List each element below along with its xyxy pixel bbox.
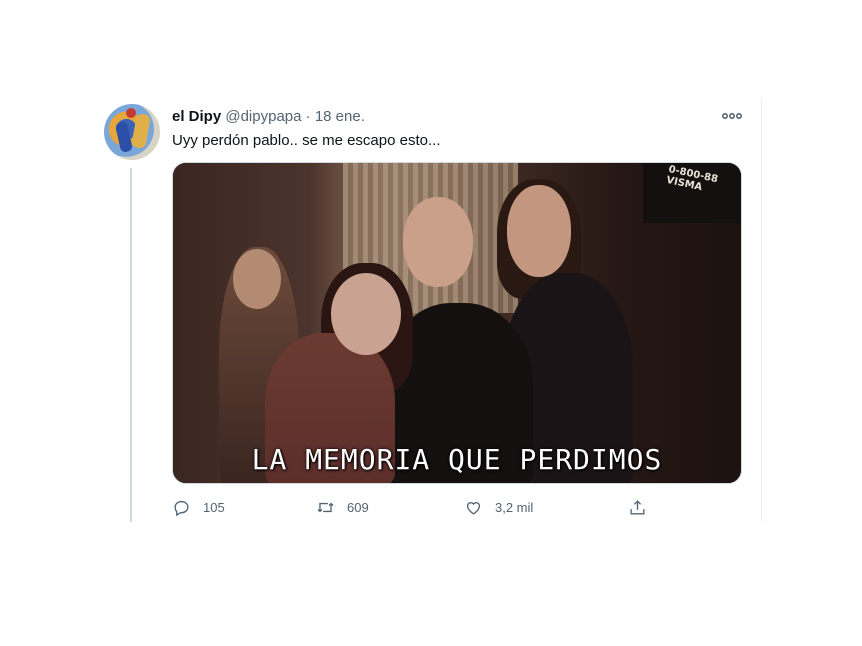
avatar[interactable] — [104, 104, 160, 160]
separator: · — [305, 108, 311, 125]
retweet-icon — [317, 502, 334, 512]
tweet-date[interactable]: 18 ene. — [315, 108, 365, 125]
thread-line — [130, 168, 132, 522]
share-button[interactable] — [628, 496, 647, 518]
like-button[interactable]: 3,2 mil — [464, 496, 533, 518]
tweet-header: el Dipy @dipypapa · 18 ene. — [172, 107, 365, 127]
tweet-text: Uyy perdón pablo.. se me escapo esto... — [172, 132, 441, 149]
retweet-count: 609 — [347, 499, 369, 515]
reply-button[interactable]: 105 — [172, 496, 225, 518]
author-handle[interactable]: @dipypapa — [225, 108, 301, 125]
retweet-button[interactable]: 609 — [316, 496, 369, 518]
like-count: 3,2 mil — [495, 499, 534, 515]
more-dots-icon — [721, 113, 742, 120]
reply-count: 105 — [203, 499, 225, 515]
tweet[interactable]: el Dipy @dipypapa · 18 ene. Uyy perdón p… — [100, 98, 762, 522]
reply-bubble-icon — [174, 500, 189, 516]
author-name[interactable]: el Dipy — [172, 108, 221, 125]
image-caption: LA MEMORIA QUE PERDIMOS — [251, 443, 663, 476]
timeline-border — [761, 98, 762, 522]
tweet-image[interactable]: 0-800-88 VISMA LA MEMORIA QUE PERDIMOS — [172, 162, 742, 484]
share-icon — [630, 499, 645, 515]
more-options-button[interactable] — [720, 106, 744, 126]
heart-icon — [466, 501, 481, 515]
tweet-actions: 105 609 3,2 mil — [172, 496, 662, 518]
